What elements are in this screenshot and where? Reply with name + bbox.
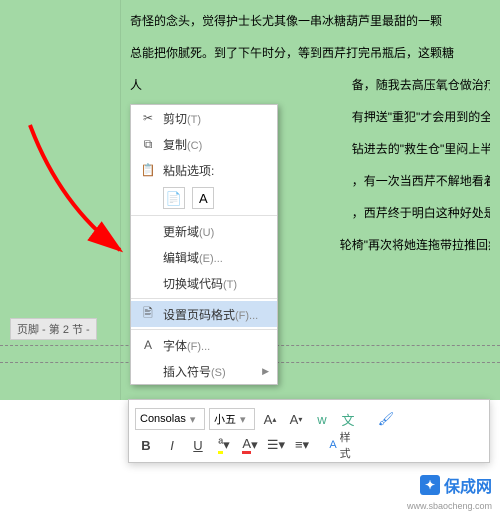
font-size-select[interactable]: 小五▾ [209, 408, 255, 430]
styles-button[interactable]: A样式 [329, 434, 351, 456]
font-family-select[interactable]: Consolas▾ [135, 408, 205, 430]
watermark: ✦ 保成网 [420, 473, 492, 497]
menu-paste-options: 📋 粘贴选项: [131, 157, 277, 183]
submenu-arrow-icon: ▶ [262, 366, 269, 377]
underline-button[interactable]: U [187, 434, 209, 456]
bullets-button[interactable]: ☰▾ [265, 434, 287, 456]
menu-copy[interactable]: ⧉ 复制(C) [131, 131, 277, 157]
paste-icon: 📋 [139, 163, 157, 177]
doc-line: 总能把你腻死。到了下午时分，等到西芹打完吊瓶后，这颗糖 [10, 37, 490, 69]
doc-line: 奇怪的念头，觉得护士长尤其像一串冰糖葫芦里最甜的一颗 [10, 5, 490, 37]
bold-button[interactable]: B [135, 434, 157, 456]
shrink-font-button[interactable]: A▾ [285, 408, 307, 430]
footer-section-label: 页脚 - 第 2 节 - [10, 318, 97, 340]
watermark-icon: ✦ [420, 475, 440, 495]
format-painter-button[interactable]: 🖌 [375, 408, 397, 430]
menu-update-field[interactable]: 更新域(U) [131, 218, 277, 244]
font-icon: A [139, 338, 157, 352]
doc-line: 人ᅟᅟᅟᅟᅟᅟᅟᅟᅟᅟᅟᅟᅟᅟᅟᅟᅟᅟᅟ备，随我去高压氧仓做治疗。然后 [10, 69, 490, 101]
copy-icon: ⧉ [139, 137, 157, 152]
paste-keep-source[interactable]: 📄 [163, 187, 185, 209]
numbering-button[interactable]: ≡▾ [291, 434, 313, 456]
page-format-icon: 🖹 [139, 304, 157, 325]
highlight-button[interactable]: ª▾ [213, 434, 235, 456]
menu-insert-symbol[interactable]: 插入符号(S) ▶ [131, 358, 277, 384]
italic-button[interactable]: I [161, 434, 183, 456]
mini-toolbar: Consolas▾ 小五▾ A▴ A▾ w 文 🖌 B I U ª▾ A▾ ☰▾… [128, 399, 490, 463]
menu-toggle-field-code[interactable]: 切换域代码(T) [131, 270, 277, 296]
font-color-button[interactable]: A▾ [239, 434, 261, 456]
menu-edit-field[interactable]: 编辑域(E)... [131, 244, 277, 270]
menu-font[interactable]: A 字体(F)... [131, 332, 277, 358]
paste-text-only[interactable]: A [192, 187, 214, 209]
menu-cut[interactable]: ✂ 剪切(T) [131, 105, 277, 131]
cut-icon: ✂ [139, 111, 157, 125]
menu-page-number-format[interactable]: 🖹 设置页码格式(F)... [131, 301, 277, 327]
clear-format-button[interactable]: 文 [337, 408, 359, 430]
phonetic-guide-button[interactable]: w [311, 408, 333, 430]
grow-font-button[interactable]: A▴ [259, 408, 281, 430]
context-menu: ✂ 剪切(T) ⧉ 复制(C) 📋 粘贴选项: 📄 A 更新域(U) 编辑域(E… [130, 104, 278, 385]
